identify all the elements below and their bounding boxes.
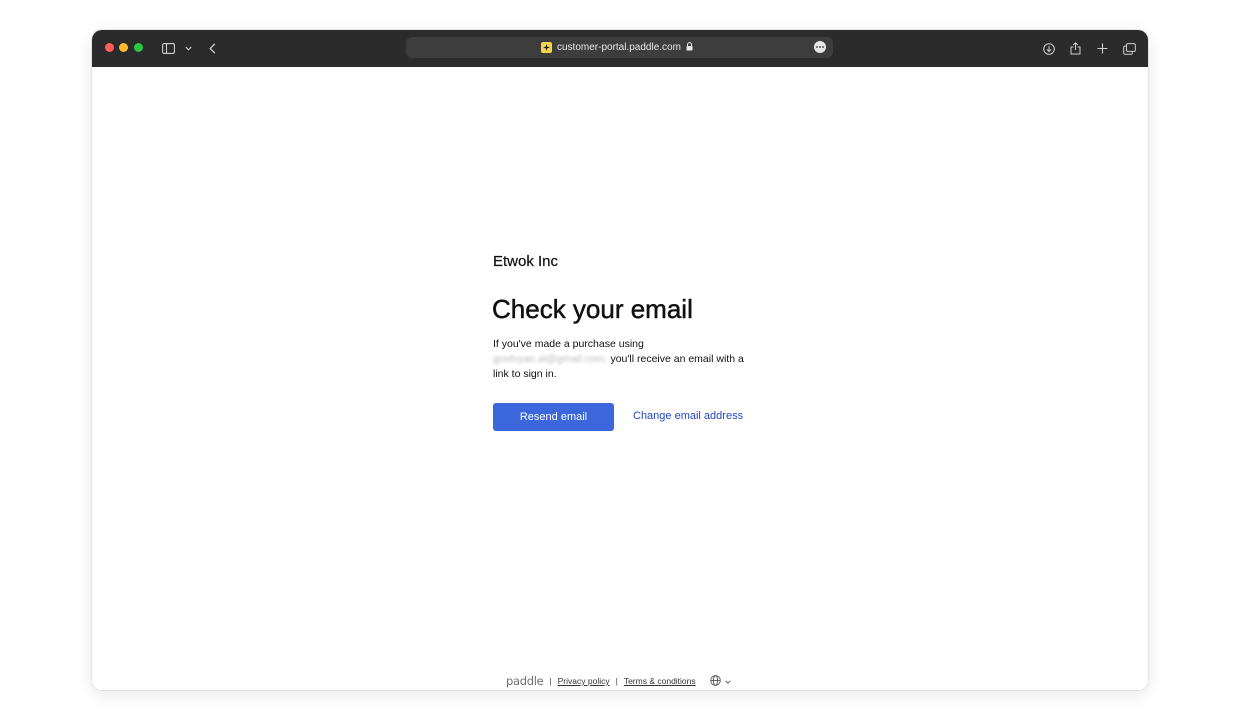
minimize-window-button[interactable] bbox=[119, 43, 128, 52]
language-selector[interactable] bbox=[709, 674, 731, 688]
company-name: Etwok Inc bbox=[493, 253, 559, 270]
instructions-prefix: If you've made a purchase using bbox=[493, 338, 644, 350]
url-display: customer-portal.paddle.com bbox=[541, 37, 693, 58]
zoom-window-button[interactable] bbox=[134, 43, 143, 52]
footer: paddle | Privacy policy | Terms & condit… bbox=[506, 674, 731, 688]
footer-separator: | bbox=[549, 676, 552, 686]
privacy-policy-link[interactable]: Privacy policy bbox=[558, 676, 610, 686]
email-address: govtvyan.al@gmail.com, bbox=[493, 353, 608, 365]
site-favicon-icon bbox=[541, 42, 552, 53]
close-window-button[interactable] bbox=[105, 43, 114, 52]
change-email-link[interactable]: Change email address bbox=[633, 410, 743, 422]
terms-link[interactable]: Terms & conditions bbox=[624, 676, 696, 686]
browser-toolbar: customer-portal.paddle.com bbox=[92, 30, 1148, 67]
browser-window: customer-portal.paddle.com Etwok Inc Che… bbox=[92, 30, 1148, 690]
sidebar-icon[interactable] bbox=[161, 30, 175, 67]
paddle-logo: paddle bbox=[506, 674, 544, 688]
page-title: Check your email bbox=[492, 294, 693, 325]
footer-separator: | bbox=[615, 676, 618, 686]
chevron-down-icon bbox=[724, 676, 731, 686]
page-content: Etwok Inc Check your email If you've mad… bbox=[92, 67, 1148, 690]
resend-email-button[interactable]: Resend email bbox=[493, 403, 614, 431]
address-bar[interactable]: customer-portal.paddle.com bbox=[406, 37, 833, 58]
tabs-icon[interactable] bbox=[1122, 30, 1136, 67]
share-icon[interactable] bbox=[1069, 30, 1081, 67]
globe-icon bbox=[709, 674, 721, 688]
url-text: customer-portal.paddle.com bbox=[557, 42, 681, 53]
download-icon[interactable] bbox=[1042, 30, 1056, 67]
chevron-down-icon[interactable] bbox=[183, 30, 193, 67]
plus-icon[interactable] bbox=[1096, 30, 1108, 67]
more-icon[interactable] bbox=[814, 41, 826, 53]
instructions-text: If you've made a purchase using govtvyan… bbox=[493, 337, 753, 382]
back-icon[interactable] bbox=[206, 30, 218, 67]
lock-icon bbox=[686, 41, 693, 54]
